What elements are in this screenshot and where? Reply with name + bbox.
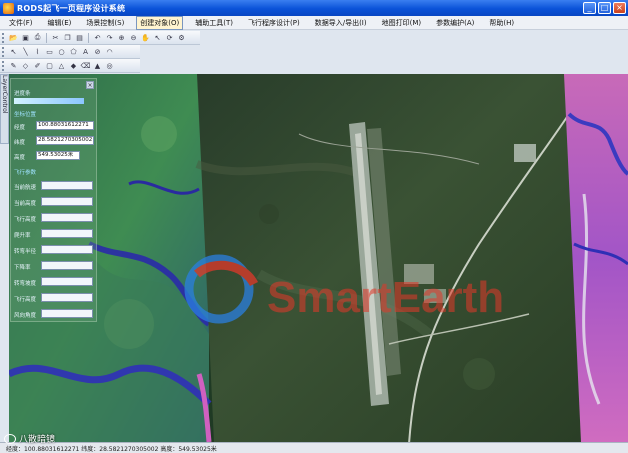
node-icon[interactable]: ◇ xyxy=(20,60,31,71)
param-field[interactable] xyxy=(41,213,93,222)
circle-icon[interactable]: ○ xyxy=(56,46,67,57)
alt-field[interactable]: 549.53025米 xyxy=(36,151,80,160)
main-toolbar: 📂 ▣ ⎙ ✂ ❐ ▤ ↶ ↷ ⊕ ⊖ ✋ ↖ ⟳ ⚙ xyxy=(0,31,200,45)
lat-field[interactable]: 28.5821270305002 xyxy=(36,136,94,145)
toolbar-grip[interactable] xyxy=(2,32,5,43)
fill-icon[interactable]: ▢ xyxy=(44,60,55,71)
param-label: 下降率 xyxy=(14,265,31,271)
menu-procedure[interactable]: 飞行程序设计(P) xyxy=(245,17,303,29)
map-imagery[interactable]: SmartEarth xyxy=(9,74,628,442)
menu-scene[interactable]: 场景控制(S) xyxy=(83,17,127,29)
param-field[interactable] xyxy=(41,277,93,286)
erase-icon[interactable]: ⌫ xyxy=(80,60,91,71)
param-label: 飞行高度 xyxy=(14,297,37,303)
watermark-text: 八散暗镜 xyxy=(19,435,56,445)
undo-icon[interactable]: ↶ xyxy=(92,32,103,43)
zoom-out-icon[interactable]: ⊖ xyxy=(128,32,139,43)
flight-section-label: 飞行参数 xyxy=(14,170,37,176)
menu-file[interactable]: 文件(F) xyxy=(6,17,36,29)
text-icon[interactable]: A xyxy=(80,46,91,57)
maximize-button[interactable]: □ xyxy=(598,2,611,14)
menu-create-object[interactable]: 创建对象(O) xyxy=(136,15,184,30)
param-field[interactable] xyxy=(41,181,93,190)
toolbar-grip[interactable] xyxy=(2,60,5,71)
lat-label: 纬度 xyxy=(14,140,26,146)
param-field[interactable] xyxy=(41,309,93,318)
minimize-button[interactable]: _ xyxy=(583,2,596,14)
param-label: 爬升率 xyxy=(14,233,31,239)
lon-field[interactable]: 100.88031612271 xyxy=(36,121,94,130)
lon-label: 经度 xyxy=(14,125,26,131)
app-icon xyxy=(3,2,14,14)
polygon-icon[interactable]: ⬠ xyxy=(68,46,79,57)
paste-icon[interactable]: ▤ xyxy=(74,32,85,43)
measure-icon[interactable]: ⊘ xyxy=(92,46,103,57)
watermark-icon xyxy=(4,433,16,444)
draw-toolbar: ↖ ╲ ⌇ ▭ ○ ⬠ A ⊘ ◠ xyxy=(0,45,140,59)
refresh-icon[interactable]: ⟳ xyxy=(164,32,175,43)
copy-icon[interactable]: ❐ xyxy=(62,32,73,43)
layer-icon[interactable]: ✎ xyxy=(8,60,19,71)
arc-icon[interactable]: ◠ xyxy=(104,46,115,57)
save-icon[interactable]: ▣ xyxy=(20,32,31,43)
menu-params[interactable]: 参数编护(A) xyxy=(433,17,477,29)
brand-text: SmartEarth xyxy=(267,273,504,322)
title-bar: RODS起飞一页程序设计系统 _ □ × xyxy=(0,0,628,16)
menu-tools[interactable]: 辅助工具(T) xyxy=(192,17,236,29)
menu-help[interactable]: 帮助(H) xyxy=(486,17,517,29)
parameter-panel: × 进度条 坐标位置 经度 100.88031612271 纬度 28.5821… xyxy=(10,78,97,322)
panel-close-button[interactable]: × xyxy=(86,81,94,89)
watermark: 八散暗镜 xyxy=(4,432,55,445)
menu-import-export[interactable]: 数据导入/导出(I) xyxy=(312,17,370,29)
param-label: 当前高度 xyxy=(14,201,37,207)
alt-label: 高度 xyxy=(14,155,26,161)
param-label: 飞行高度 xyxy=(14,217,37,223)
pointer-icon[interactable]: ↖ xyxy=(8,46,19,57)
param-field[interactable] xyxy=(41,229,93,238)
line-icon[interactable]: ╲ xyxy=(20,46,31,57)
cut-icon[interactable]: ✂ xyxy=(50,32,61,43)
layer-control-tab[interactable]: LayerControl xyxy=(0,74,9,144)
triangle-icon[interactable]: △ xyxy=(56,60,67,71)
label-icon[interactable]: ▲ xyxy=(92,60,103,71)
map-view[interactable]: SmartEarth xyxy=(9,74,628,442)
edit-toolbar: ✎ ◇ ✐ ▢ △ ◆ ⌫ ▲ ◎ xyxy=(0,59,140,73)
open-icon[interactable]: 📂 xyxy=(8,32,19,43)
param-label: 风向角度 xyxy=(14,313,37,319)
print-icon[interactable]: ⎙ xyxy=(32,32,43,43)
zoom-in-icon[interactable]: ⊕ xyxy=(116,32,127,43)
menu-print[interactable]: 地图打印(M) xyxy=(379,17,425,29)
location-section-label: 坐标位置 xyxy=(14,112,37,118)
param-label: 当前航速 xyxy=(14,185,37,191)
param-field[interactable] xyxy=(41,261,93,270)
menu-edit[interactable]: 编辑(E) xyxy=(45,17,75,29)
param-field[interactable] xyxy=(41,245,93,254)
param-field[interactable] xyxy=(41,293,93,302)
select-icon[interactable]: ↖ xyxy=(152,32,163,43)
progress-label: 进度条 xyxy=(14,91,31,97)
marker-icon[interactable]: ◆ xyxy=(68,60,79,71)
toolbar-grip[interactable] xyxy=(2,46,5,57)
status-bar: 经度：100.88031612271 纬度：28.5821270305002 高… xyxy=(0,442,628,453)
settings-icon[interactable]: ⚙ xyxy=(176,32,187,43)
param-label: 转弯坡度 xyxy=(14,281,37,287)
progress-bar xyxy=(14,98,84,104)
polyline-icon[interactable]: ⌇ xyxy=(32,46,43,57)
param-field[interactable] xyxy=(41,197,93,206)
menu-bar: 文件(F) 编辑(E) 场景控制(S) 创建对象(O) 辅助工具(T) 飞行程序… xyxy=(0,15,628,30)
draw-icon[interactable]: ✐ xyxy=(32,60,43,71)
app-window: { "window": { "title": "RODS起飞一页程序设计系统",… xyxy=(0,0,628,453)
target-icon[interactable]: ◎ xyxy=(104,60,115,71)
pan-icon[interactable]: ✋ xyxy=(140,32,151,43)
redo-icon[interactable]: ↷ xyxy=(104,32,115,43)
window-title: RODS起飞一页程序设计系统 xyxy=(17,3,126,13)
window-controls: _ □ × xyxy=(583,2,626,14)
rectangle-icon[interactable]: ▭ xyxy=(44,46,55,57)
param-label: 转弯半径 xyxy=(14,249,37,255)
close-button[interactable]: × xyxy=(613,2,626,14)
